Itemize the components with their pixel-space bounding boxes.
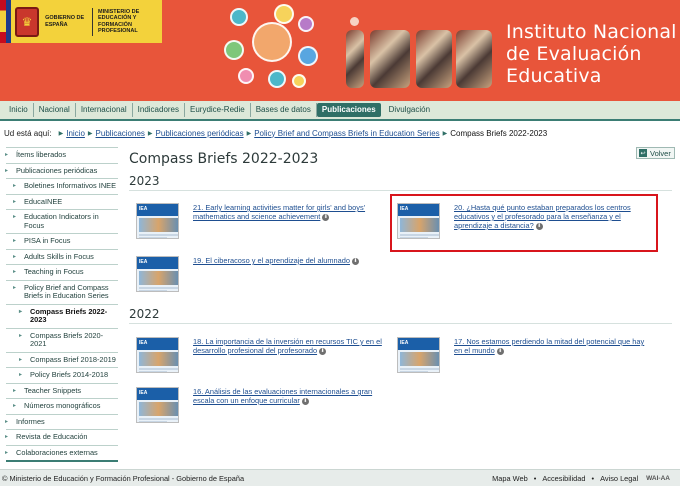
brief-link-16[interactable]: 16. Análisis de las evaluaciones interna… [193, 387, 372, 405]
nav-indicadores[interactable]: Indicadores [133, 103, 185, 117]
brief-link-21[interactable]: 21. Early learning activities matter for… [193, 203, 365, 221]
year-heading-2022: 2022 [129, 307, 160, 321]
breadcrumb-arrow-icon: ▶ [442, 130, 448, 137]
footer-copyright: © Ministerio de Educación y Formación Pr… [2, 473, 245, 483]
sidebar-item-numeros-monograficos[interactable]: Números monográficos [6, 399, 118, 415]
brief-link-19[interactable]: 19. El ciberacoso y el aprendizaje del a… [193, 256, 350, 265]
sidebar-item-compass-2022-2023[interactable]: Compass Briefs 2022-2023 [6, 305, 118, 329]
sidebar-item-policy-2014-2018[interactable]: Policy Briefs 2014-2018 [6, 368, 118, 384]
highlight-box [390, 194, 658, 252]
sidebar-item-educainee[interactable]: EducaINEE [6, 195, 118, 210]
government-logo[interactable]: ♛ GOBIERNO DE ESPAÑA MINISTERIO DE EDUCA… [0, 0, 162, 43]
nav-publicaciones[interactable]: Publicaciones [316, 103, 381, 117]
breadcrumb: Ud está aquí: ▶ Inicio ▶ Publicaciones ▶… [4, 127, 547, 139]
breadcrumb-arrow-icon: ▶ [246, 130, 252, 137]
sidebar-item-policy-brief[interactable]: Policy Brief and Compass Briefs in Educa… [6, 281, 118, 305]
brief-thumbnail[interactable]: IEA [136, 337, 179, 373]
education-icons-cluster [222, 4, 322, 96]
nav-internacional[interactable]: Internacional [76, 103, 133, 117]
brief-item: IEA 17. Nos estamos perdiendo la mitad d… [397, 337, 655, 377]
year-heading-2023: 2023 [129, 174, 160, 188]
brief-thumbnail[interactable]: IEA [397, 337, 440, 373]
pdf-icon[interactable]: ⬇ [301, 397, 309, 405]
nav-bases-de-datos[interactable]: Bases de datos [251, 103, 317, 117]
brief-thumbnail[interactable]: IEA [136, 387, 179, 423]
brief-item: IEA 19. El ciberacoso y el aprendizaje d… [136, 256, 386, 296]
breadcrumb-arrow-icon: ▶ [58, 130, 64, 137]
sidebar-item-informes[interactable]: Informes [5, 415, 118, 430]
footer-link-aviso-legal[interactable]: Aviso Legal [600, 474, 638, 483]
sidebar-item-compass-2018-2019[interactable]: Compass Brief 2018-2019 [6, 353, 118, 368]
site-header: ♛ GOBIERNO DE ESPAÑA MINISTERIO DE EDUCA… [0, 0, 680, 101]
sidebar-item-compass-2020-2021[interactable]: Compass Briefs 2020-2021 [6, 329, 118, 353]
sidebar-menu: Ítems liberados Publicaciones periódicas… [5, 147, 118, 462]
breadcrumb-arrow-icon: ▶ [87, 130, 93, 137]
ministry-text: MINISTERIO DE EDUCACIÓN Y FORMACIÓN PROF… [98, 8, 140, 35]
brief-thumbnail[interactable]: IEA [136, 256, 179, 292]
pdf-icon[interactable]: ⬇ [322, 213, 330, 221]
footer-link-accesibilidad[interactable]: Accesibilidad [542, 474, 585, 483]
sidebar-item-colaboraciones[interactable]: Colaboraciones externas [5, 446, 118, 462]
breadcrumb-current: Compass Briefs 2022-2023 [450, 128, 548, 138]
government-text: GOBIERNO DE ESPAÑA [45, 15, 85, 28]
sidebar-item-education-indicators[interactable]: Education Indicators in Focus [6, 210, 118, 234]
sidebar-item-items-liberados[interactable]: Ítems liberados [5, 148, 118, 164]
brief-item: IEA 18. La importancia de la inversión e… [136, 337, 386, 377]
nav-nacional[interactable]: Nacional [34, 103, 76, 117]
sidebar-item-adults-skills[interactable]: Adults Skills in Focus [6, 250, 118, 265]
brief-link-17[interactable]: 17. Nos estamos perdiendo la mitad del p… [454, 337, 644, 355]
sidebar-item-boletines[interactable]: Boletines Informativos INEE [6, 179, 118, 195]
sidebar-item-teaching-in-focus[interactable]: Teaching in Focus [6, 265, 118, 281]
nav-eurydice-redie[interactable]: Eurydice-Redie [185, 103, 251, 117]
nav-inicio[interactable]: Inicio [4, 103, 34, 117]
institute-name: Instituto Nacional de Evaluación Educati… [506, 21, 677, 87]
eu-flag-icon [6, 0, 11, 43]
brief-item: IEA 16. Análisis de las evaluaciones int… [136, 387, 386, 427]
site-footer: © Ministerio de Educación y Formación Pr… [0, 469, 680, 486]
sidebar-item-pisa-in-focus[interactable]: PISA in Focus [6, 234, 118, 250]
coat-of-arms-icon: ♛ [14, 6, 40, 37]
brief-link-18[interactable]: 18. La importancia de la inversión en re… [193, 337, 382, 355]
pdf-icon[interactable]: ⬇ [351, 257, 359, 265]
wai-aa-badge[interactable]: WAI-AA [646, 475, 670, 482]
breadcrumb-arrow-icon: ▶ [147, 130, 153, 137]
pdf-icon[interactable]: ⬇ [496, 347, 504, 355]
breadcrumb-publicaciones[interactable]: Publicaciones [96, 129, 145, 138]
main-navigation: Inicio Nacional Internacional Indicadore… [0, 101, 680, 121]
pdf-icon[interactable]: ⬇ [319, 347, 327, 355]
brief-thumbnail[interactable]: IEA [136, 203, 179, 239]
sidebar-item-publicaciones-periodicas[interactable]: Publicaciones periódicas [5, 164, 118, 179]
back-arrow-icon: ↩ [639, 149, 647, 157]
brief-item: IEA 21. Early learning activities matter… [136, 203, 386, 243]
nav-divulgacion[interactable]: Divulgación [384, 103, 435, 117]
breadcrumb-policy-brief[interactable]: Policy Brief and Compass Briefs in Educa… [254, 129, 439, 138]
sidebar-item-teacher-snippets[interactable]: Teacher Snippets [6, 384, 118, 399]
back-button[interactable]: ↩ Volver [636, 147, 675, 159]
inee-logo[interactable] [346, 16, 494, 88]
footer-link-mapa-web[interactable]: Mapa Web [492, 474, 528, 483]
breadcrumb-label: Ud está aquí: [4, 128, 52, 138]
page-title: Compass Briefs 2022-2023 [129, 151, 319, 167]
sidebar-item-revista[interactable]: Revista de Educación [5, 430, 118, 446]
breadcrumb-publicaciones-periodicas[interactable]: Publicaciones periódicas [156, 129, 244, 138]
breadcrumb-inicio[interactable]: Inicio [66, 129, 85, 138]
